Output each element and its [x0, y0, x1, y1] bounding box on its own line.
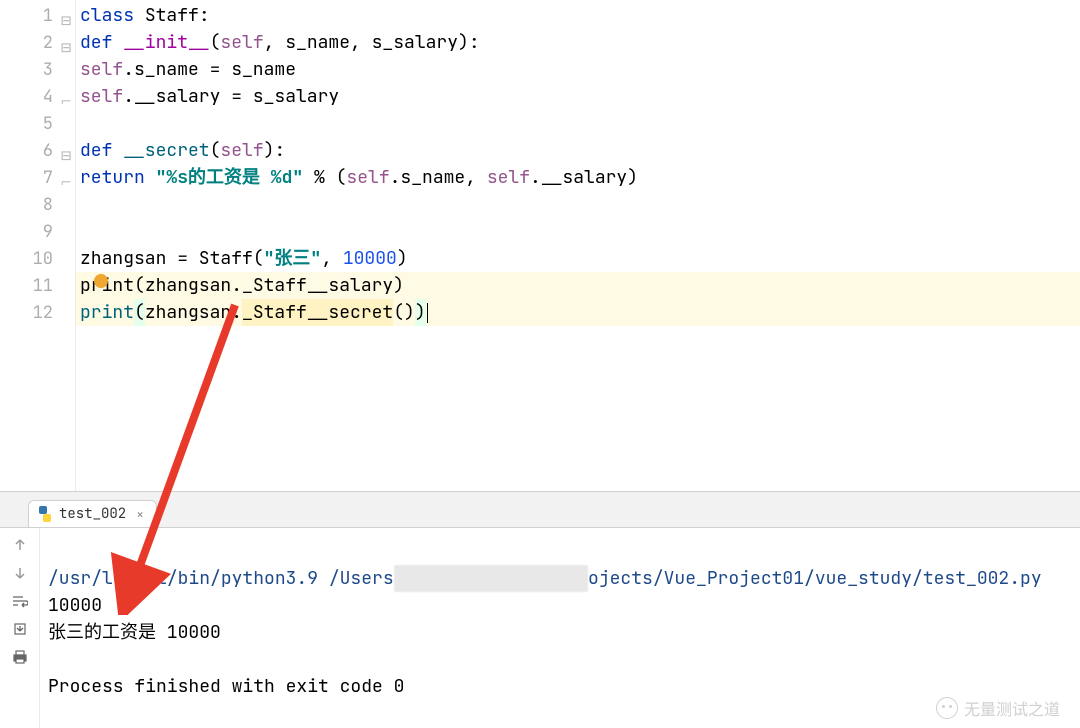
line-number: 2⊟ — [0, 29, 75, 56]
python-icon — [37, 506, 53, 522]
console-line: 10000 — [48, 594, 102, 617]
code-line[interactable]: class Staff: — [76, 2, 1080, 29]
run-tab[interactable]: test_002 × — [28, 500, 157, 527]
tab-label: test_002 — [59, 505, 126, 523]
intention-bulb-icon[interactable] — [94, 274, 108, 288]
code-line[interactable]: self.__salary = s_salary — [76, 83, 1080, 110]
code-line[interactable]: def __init__(self, s_name, s_salary): — [76, 29, 1080, 56]
editor-area: 1⊟ 2⊟ 3 4⌐ 5 6⊟ 7⌐ 8 9 10 11 12 class St… — [0, 0, 1080, 492]
fold-marker-icon[interactable]: ⊟ — [61, 37, 73, 49]
console-line: 张三的工资是 10000 — [48, 621, 221, 644]
watermark: 无量测试之道 — [936, 696, 1060, 720]
console-toolbar — [0, 528, 40, 728]
code-line-current[interactable]: print(zhangsan._Staff__secret()) — [76, 299, 1080, 326]
fold-end-icon[interactable]: ⌐ — [61, 172, 73, 184]
line-number: 6⊟ — [0, 137, 75, 164]
line-number: 7⌐ — [0, 164, 75, 191]
line-number: 5 — [0, 110, 75, 137]
console-output[interactable]: /usr/lo██al/bin/python3.9 /Users█████ ██… — [40, 528, 1080, 728]
code-line[interactable]: def __secret(self): — [76, 137, 1080, 164]
console-exit-line: Process finished with exit code 0 — [48, 675, 404, 698]
line-number: 11 — [0, 272, 75, 299]
line-number: 4⌐ — [0, 83, 75, 110]
line-number: 8 — [0, 191, 75, 218]
line-number: 3 — [0, 56, 75, 83]
code-line[interactable]: print(zhangsan._Staff__salary) — [76, 272, 1080, 299]
scroll-down-icon[interactable] — [11, 564, 29, 582]
line-number: 1⊟ — [0, 2, 75, 29]
code-line[interactable]: return "%s的工资是 %d" % (self.s_name, self.… — [76, 164, 1080, 191]
text-cursor — [427, 303, 428, 323]
console-path: /usr/lo██al/bin/python3.9 /Users█████ ██… — [48, 567, 1042, 590]
soft-wrap-icon[interactable] — [11, 592, 29, 610]
line-number: 10 — [0, 245, 75, 272]
fold-end-icon[interactable]: ⌐ — [61, 91, 73, 103]
print-icon[interactable] — [11, 648, 29, 666]
fold-marker-icon[interactable]: ⊟ — [61, 145, 73, 157]
code-line[interactable] — [76, 110, 1080, 137]
scroll-up-icon[interactable] — [11, 536, 29, 554]
code-line[interactable]: self.s_name = s_name — [76, 56, 1080, 83]
line-number: 9 — [0, 218, 75, 245]
code-line[interactable] — [76, 218, 1080, 245]
code-line[interactable] — [76, 191, 1080, 218]
console-area: /usr/lo██al/bin/python3.9 /Users█████ ██… — [0, 528, 1080, 728]
code-editor[interactable]: class Staff: def __init__(self, s_name, … — [76, 0, 1080, 491]
close-tab-icon[interactable]: × — [136, 506, 144, 523]
fold-marker-icon[interactable]: ⊟ — [61, 10, 73, 22]
run-tab-bar: test_002 × — [0, 492, 1080, 528]
line-number-gutter: 1⊟ 2⊟ 3 4⌐ 5 6⊟ 7⌐ 8 9 10 11 12 — [0, 0, 76, 491]
code-line[interactable]: zhangsan = Staff("张三", 10000) — [76, 245, 1080, 272]
scroll-to-end-icon[interactable] — [11, 620, 29, 638]
wechat-icon — [936, 697, 958, 719]
line-number: 12 — [0, 299, 75, 326]
